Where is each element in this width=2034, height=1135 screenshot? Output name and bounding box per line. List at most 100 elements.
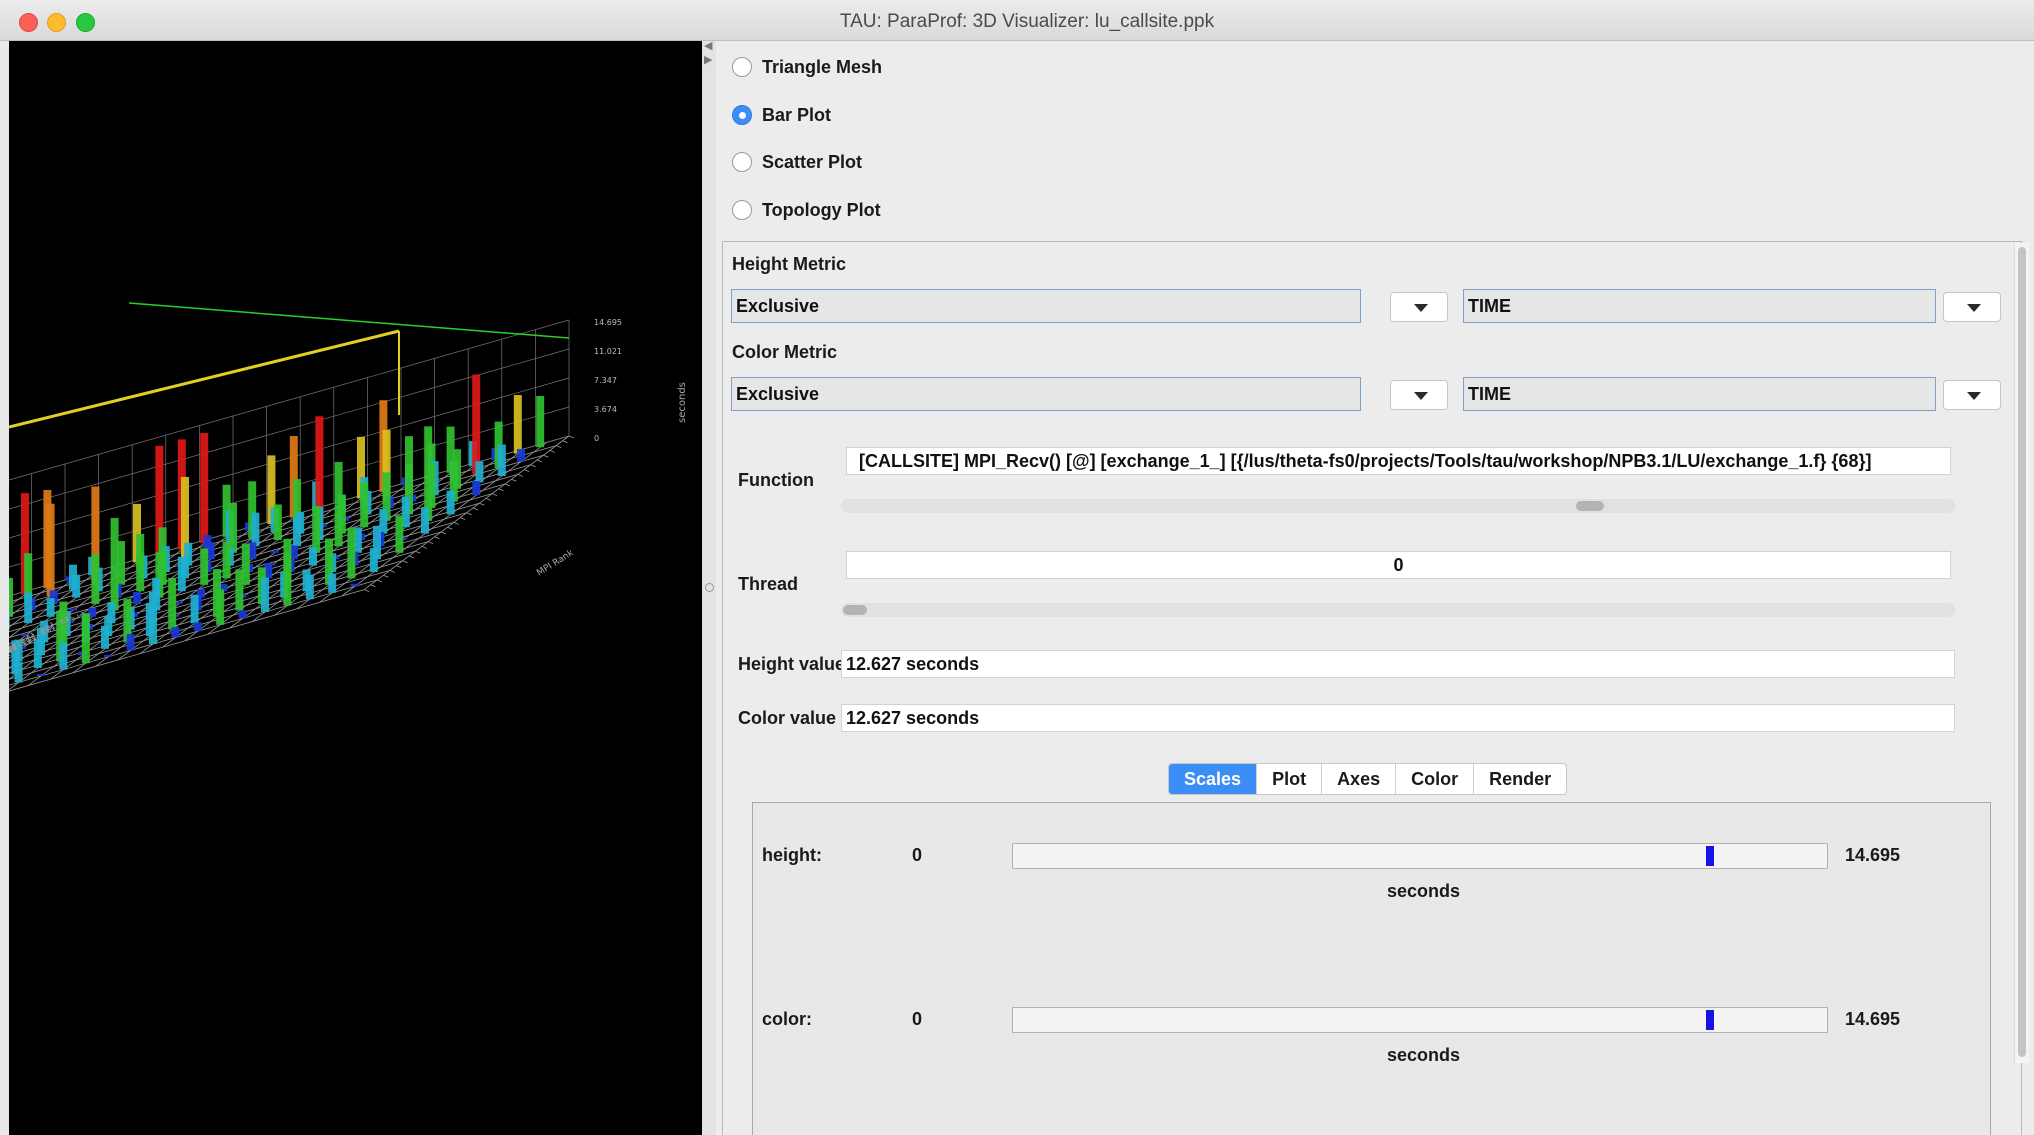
radio-bar-plot[interactable]: Bar Plot xyxy=(732,101,831,129)
thread-field[interactable]: 0 xyxy=(846,551,1951,579)
height-scale-max: 14.695 xyxy=(1845,845,1901,865)
color-scale-max: 14.695 xyxy=(1845,1009,1901,1029)
function-field[interactable]: [CALLSITE] MPI_Recv() [@] [exchange_1_] … xyxy=(846,447,1951,475)
color-value-type-dropdown-button[interactable] xyxy=(1390,380,1448,410)
bar[interactable] xyxy=(421,507,429,534)
bar[interactable] xyxy=(395,515,404,553)
bar[interactable] xyxy=(328,573,337,593)
bar[interactable] xyxy=(238,610,247,619)
radio-topology-plot[interactable]: Topology Plot xyxy=(732,196,881,224)
bar[interactable] xyxy=(334,504,343,547)
color-scale-label: color: xyxy=(762,1009,813,1029)
bar[interactable] xyxy=(283,553,292,606)
bar[interactable] xyxy=(305,574,314,600)
bar[interactable] xyxy=(235,569,244,611)
radio-circle-icon[interactable] xyxy=(732,152,752,172)
bar[interactable] xyxy=(309,547,317,566)
bar[interactable] xyxy=(369,548,378,572)
bar[interactable] xyxy=(168,577,177,630)
bar[interactable] xyxy=(101,625,109,649)
color-metric-dropdown-button[interactable] xyxy=(1943,380,2001,410)
panel-vertical-scrollbar-knob[interactable] xyxy=(2018,247,2026,1057)
bar[interactable] xyxy=(171,627,180,638)
bar[interactable] xyxy=(24,592,33,624)
bar[interactable] xyxy=(273,504,282,540)
bar[interactable] xyxy=(517,448,525,462)
bar[interactable] xyxy=(261,577,269,612)
bar[interactable] xyxy=(315,416,324,520)
bar[interactable] xyxy=(293,517,301,547)
bar[interactable] xyxy=(350,583,359,587)
color-value-type-select[interactable]: Exclusive xyxy=(731,377,1361,411)
tab-axes[interactable]: Axes xyxy=(1322,764,1397,794)
height-scale-slider[interactable] xyxy=(1012,843,1828,869)
collapse-left-arrow-icon[interactable]: ◀ xyxy=(704,41,712,52)
3d-visualization-canvas[interactable]: 14.695 11.021 7.347 3.674 0 seconds MPI … xyxy=(9,41,702,1135)
bar[interactable] xyxy=(46,503,55,596)
height-slider-thumb[interactable] xyxy=(1706,846,1714,866)
height-value-type-dropdown-button[interactable] xyxy=(1390,292,1448,322)
function-scrollbar-knob[interactable] xyxy=(1576,501,1604,511)
split-pane-divider[interactable]: ◀ ▶ xyxy=(702,41,716,1135)
color-scale-slider[interactable] xyxy=(1012,1007,1828,1033)
bar[interactable] xyxy=(536,396,545,448)
bar[interactable] xyxy=(446,490,455,515)
bar[interactable] xyxy=(193,622,202,632)
back-grid-line xyxy=(9,319,570,481)
function-label: Function xyxy=(738,470,814,490)
radio-triangle-mesh[interactable]: Triangle Mesh xyxy=(732,53,882,81)
bar[interactable] xyxy=(190,594,199,624)
tab-plot[interactable]: Plot xyxy=(1257,764,1323,794)
bar[interactable] xyxy=(472,374,481,475)
radio-scatter-plot[interactable]: Scatter Plot xyxy=(732,148,862,176)
thread-scrollbar-knob[interactable] xyxy=(843,605,867,615)
bar-plot-3d[interactable]: 14.695 11.021 7.347 3.674 0 seconds MPI … xyxy=(9,41,702,1135)
bar[interactable] xyxy=(14,662,23,683)
divider-grip-icon[interactable] xyxy=(705,583,714,592)
bar[interactable] xyxy=(149,616,157,644)
panel-vertical-scrollbar[interactable] xyxy=(2014,243,2029,1063)
bar[interactable] xyxy=(104,654,113,657)
height-metric-dropdown-button[interactable] xyxy=(1943,292,2001,322)
function-scrollbar[interactable] xyxy=(841,499,1955,513)
tab-render[interactable]: Render xyxy=(1474,764,1566,794)
bar[interactable] xyxy=(72,574,81,598)
rank-axis-tick xyxy=(492,493,498,496)
bar[interactable] xyxy=(200,548,209,585)
bar[interactable] xyxy=(9,606,10,630)
bar[interactable] xyxy=(133,592,141,604)
bar[interactable] xyxy=(222,541,231,579)
color-slider-thumb[interactable] xyxy=(1706,1010,1714,1030)
bar[interactable] xyxy=(200,433,209,544)
bar[interactable] xyxy=(513,395,522,454)
bar[interactable] xyxy=(270,550,279,553)
bar[interactable] xyxy=(360,482,369,528)
bar[interactable] xyxy=(136,552,145,592)
bar[interactable] xyxy=(33,639,42,668)
bar[interactable] xyxy=(312,506,321,553)
height-metric-select[interactable]: TIME xyxy=(1463,289,1936,323)
bar[interactable] xyxy=(475,461,484,483)
radio-circle-icon[interactable] xyxy=(732,200,752,220)
bar[interactable] xyxy=(347,527,356,579)
bar[interactable] xyxy=(472,481,481,496)
color-metric-select[interactable]: TIME xyxy=(1463,377,1936,411)
radio-circle-icon[interactable] xyxy=(732,57,752,77)
radio-circle-selected-icon[interactable] xyxy=(732,105,752,125)
tab-color[interactable]: Color xyxy=(1396,764,1475,794)
tab-scales[interactable]: Scales xyxy=(1169,764,1258,794)
bar[interactable] xyxy=(91,554,100,604)
bar[interactable] xyxy=(251,512,260,547)
collapse-right-arrow-icon[interactable]: ▶ xyxy=(704,55,712,66)
bar[interactable] xyxy=(46,598,55,617)
bar[interactable] xyxy=(81,613,90,664)
rank-axis-tick xyxy=(524,469,530,472)
bar[interactable] xyxy=(177,556,186,592)
bar[interactable] xyxy=(497,444,506,476)
thread-scrollbar[interactable] xyxy=(841,603,1955,617)
bar[interactable] xyxy=(37,674,45,676)
bar[interactable] xyxy=(126,633,135,651)
height-value-type-select[interactable]: Exclusive xyxy=(731,289,1361,323)
bar[interactable] xyxy=(216,589,225,625)
bar[interactable] xyxy=(59,642,68,670)
